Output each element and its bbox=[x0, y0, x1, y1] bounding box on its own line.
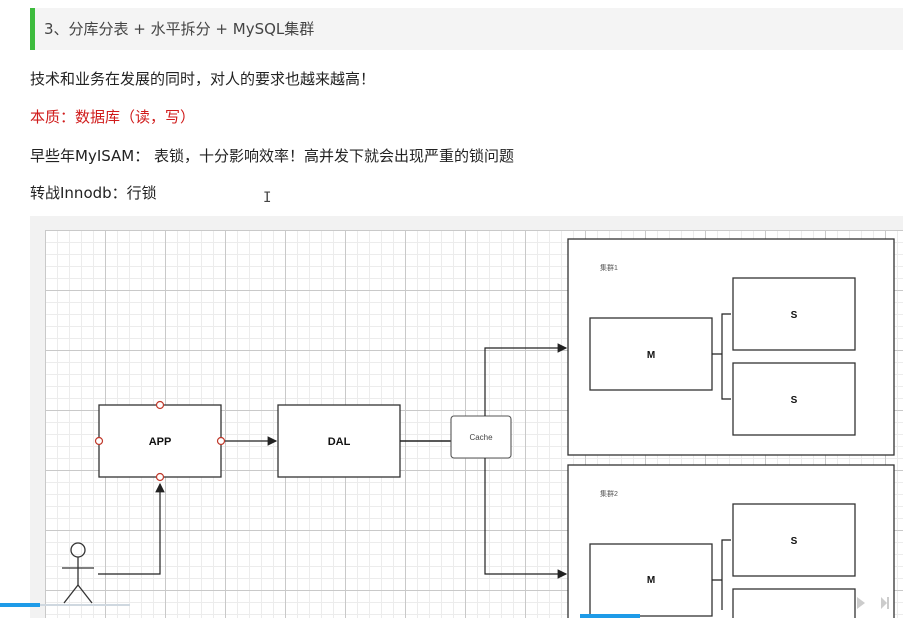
master-label: M bbox=[647, 575, 655, 586]
architecture-diagram: APP DAL Cache 集群1 M S S 集群2 M S bbox=[62, 238, 895, 618]
cache-to-cluster1-connector bbox=[484, 343, 568, 416]
cluster-1-slave-2[interactable]: S bbox=[732, 362, 856, 436]
cluster-2-master[interactable]: M bbox=[589, 543, 713, 617]
cache-to-cluster2-connector bbox=[484, 458, 568, 579]
user-actor-icon bbox=[62, 542, 94, 604]
video-progress-track[interactable] bbox=[40, 604, 130, 606]
app-label: APP bbox=[149, 436, 172, 448]
cache-label: Cache bbox=[469, 433, 493, 442]
dal-label: DAL bbox=[328, 436, 351, 448]
cluster-2-slave-2[interactable] bbox=[732, 588, 856, 618]
cluster-2-slave-1[interactable]: S bbox=[732, 503, 856, 577]
slave-label: S bbox=[791, 395, 798, 406]
cluster-1-label: 集群1 bbox=[600, 263, 618, 272]
master-label: M bbox=[647, 350, 655, 361]
video-progress-marker bbox=[580, 614, 640, 618]
dal-node[interactable]: DAL bbox=[277, 404, 401, 478]
cluster-2-label: 集群2 bbox=[600, 489, 618, 498]
play-icon[interactable] bbox=[856, 596, 866, 610]
slave-label: S bbox=[791, 536, 798, 547]
app-node[interactable]: APP bbox=[98, 404, 222, 478]
user-to-app-connector bbox=[98, 482, 165, 575]
next-icon[interactable] bbox=[880, 596, 890, 610]
cluster-1-slave-1[interactable]: S bbox=[732, 277, 856, 351]
cluster-1-master[interactable]: M bbox=[589, 317, 713, 391]
video-progress-played[interactable] bbox=[0, 603, 40, 607]
slave-label: S bbox=[791, 310, 798, 321]
cache-node[interactable]: Cache bbox=[450, 415, 512, 459]
